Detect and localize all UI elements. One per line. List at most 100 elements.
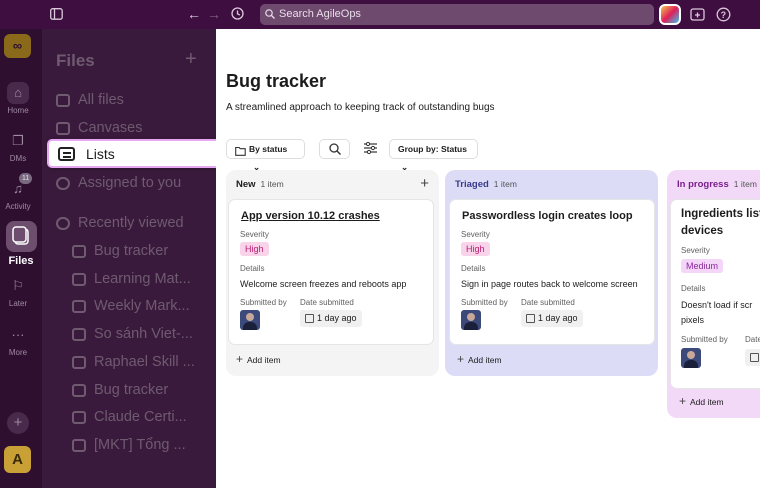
plus-icon: + <box>679 394 687 408</box>
recent-item-label: So sánh Viet-... <box>94 326 193 342</box>
group-by-button[interactable]: Group by: Status ⌄ <box>389 139 478 172</box>
bug-card[interactable]: App version 10.12 crashes Severity High … <box>229 200 433 344</box>
recent-item[interactable]: Claude Certi... <box>72 409 187 425</box>
workspace-logo[interactable]: ∞ <box>4 34 31 58</box>
sidebar-item-label: Assigned to you <box>78 175 182 191</box>
sidebar-title: Files <box>56 51 95 70</box>
sidebar-item-canvases[interactable]: Canvases <box>56 120 142 136</box>
details-label: Details <box>240 264 265 273</box>
details-value-line2: pixels <box>681 315 705 325</box>
date-chip <box>745 349 760 366</box>
column-count: 1 item <box>733 179 757 189</box>
recent-item[interactable]: Learning Mat... <box>72 271 191 287</box>
severity-label: Severity <box>240 230 269 239</box>
avatar[interactable] <box>240 310 260 330</box>
list-icon <box>72 244 86 258</box>
board-column-new: New 1 item + App version 10.12 crashes Se… <box>226 170 439 376</box>
rail-activity[interactable]: ♫ Activity <box>0 178 36 211</box>
recent-item-label: Raphael Skill ... <box>94 354 195 370</box>
recently-viewed-label: Recently viewed <box>78 215 184 231</box>
column-name: Triaged <box>455 179 489 190</box>
app-launcher-icon[interactable] <box>659 4 681 25</box>
view-by-status-button[interactable]: By status ⌄ <box>226 139 305 172</box>
recent-item-label: [MKT] Tổng ... <box>94 437 186 453</box>
page-description: A streamlined approach to keeping track … <box>226 102 495 113</box>
back-arrow-icon[interactable]: ← <box>187 7 201 21</box>
add-item-label: Add item <box>247 355 281 365</box>
severity-badge: Medium <box>681 259 724 273</box>
canvas-icon <box>72 410 86 424</box>
recent-item[interactable]: [MKT] Tổng ... <box>72 437 186 453</box>
more-dots-icon: ··· <box>11 327 25 342</box>
canvas-icon <box>72 272 86 286</box>
check-circle-icon <box>56 176 70 190</box>
user-avatar[interactable]: A <box>4 446 31 473</box>
group-by-label: Group by: Status <box>398 144 467 154</box>
date-value: 1 day ago <box>317 313 357 323</box>
card-title-line2[interactable]: devices <box>681 225 723 237</box>
add-item-button[interactable]: + Add item <box>457 352 502 366</box>
details-label: Details <box>681 284 706 293</box>
filter-sliders-icon <box>364 141 377 155</box>
sidebar-item-assigned[interactable]: Assigned to you <box>56 175 181 191</box>
sidebar-toggle-icon[interactable] <box>50 8 63 22</box>
sidebar-item-all-files[interactable]: All files <box>56 92 124 108</box>
rail-dms-label: DMs <box>9 154 27 163</box>
card-title[interactable]: Ingredients list <box>681 208 760 220</box>
rail-later[interactable]: ⚐ Later <box>0 275 36 308</box>
details-value: Welcome screen freezes and reboots app <box>240 279 407 289</box>
rail-later-label: Later <box>8 299 28 308</box>
board-column-in-progress: In progress 1 item Ingredients list devic… <box>667 170 760 418</box>
avatar[interactable] <box>681 348 701 368</box>
add-card-icon[interactable]: + <box>420 175 429 192</box>
canvas-icon <box>72 355 86 369</box>
folder-icon <box>235 144 246 162</box>
recent-item[interactable]: Bug tracker <box>72 382 168 398</box>
date-chip: 1 day ago <box>521 310 583 327</box>
recent-item-label: Weekly Mark... <box>94 298 190 314</box>
submitted-by-label: Submitted by <box>461 298 508 307</box>
recent-item[interactable]: Bug tracker <box>72 243 168 259</box>
canvas-icon <box>56 121 70 135</box>
rail-more[interactable]: ··· More <box>0 324 36 357</box>
rail-files-button[interactable] <box>6 221 37 252</box>
card-title[interactable]: Passwordless login creates loop <box>462 210 633 222</box>
recent-item[interactable]: So sánh Viet-... <box>72 326 193 342</box>
card-title[interactable]: App version 10.12 crashes <box>241 210 380 222</box>
column-name: New <box>236 179 256 190</box>
rail-dms[interactable]: ❐ DMs <box>0 130 36 163</box>
rail-home[interactable]: ⌂ Home <box>0 82 36 115</box>
bug-card[interactable]: Passwordless login creates loop Severity… <box>450 200 654 344</box>
add-workspace-icon[interactable]: + <box>7 412 29 434</box>
recent-item[interactable]: Raphael Skill ... <box>72 354 195 370</box>
add-item-label: Add item <box>690 397 724 407</box>
search-icon <box>329 143 341 155</box>
filter-button[interactable] <box>356 139 384 159</box>
top-bar: ← → Search AgileOps ? <box>0 0 760 29</box>
date-value: 1 day ago <box>538 313 578 323</box>
column-name: In progress <box>677 179 729 190</box>
rail-activity-label: Activity <box>5 202 31 211</box>
forward-arrow-icon[interactable]: → <box>207 7 221 21</box>
add-item-button[interactable]: + Add item <box>236 352 281 366</box>
bug-card[interactable]: Ingredients list devices Severity Medium… <box>671 200 760 388</box>
recently-viewed-header[interactable]: Recently viewed <box>56 215 184 231</box>
list-icon <box>58 147 75 161</box>
recent-item[interactable]: Weekly Mark... <box>72 298 190 314</box>
list-icon <box>72 383 86 397</box>
add-item-button[interactable]: + Add item <box>679 394 724 408</box>
plus-icon: + <box>457 352 465 366</box>
new-file-icon[interactable]: + <box>185 48 197 71</box>
sidebar-item-lists[interactable]: Lists <box>47 139 224 168</box>
rail-files-label: Files <box>8 255 34 267</box>
help-icon[interactable]: ? <box>716 7 731 24</box>
search-list-button[interactable] <box>319 139 350 159</box>
avatar[interactable] <box>461 310 481 330</box>
severity-label: Severity <box>461 230 490 239</box>
huddle-icon[interactable] <box>690 7 705 24</box>
rail-home-label: Home <box>7 106 29 115</box>
sidebar-item-label: All files <box>78 92 124 108</box>
plus-icon: + <box>236 352 244 366</box>
search-input[interactable]: Search AgileOps <box>260 4 654 25</box>
history-clock-icon[interactable] <box>231 7 244 22</box>
